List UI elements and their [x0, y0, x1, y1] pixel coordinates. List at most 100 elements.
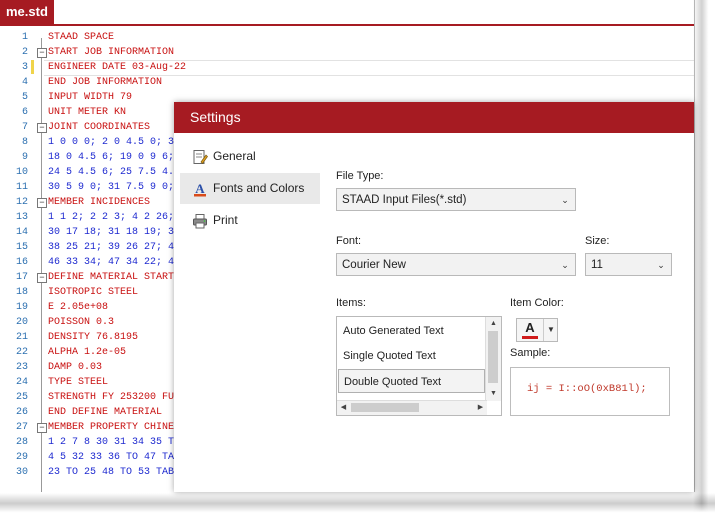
code-token: 30 5 9 0; 31 7.5 9 0; [48, 182, 175, 193]
scroll-left-icon[interactable]: ◀ [337, 401, 350, 414]
code-token: ENGINEER DATE 03-Aug-22 [48, 62, 187, 73]
chevron-down-icon: ⌄ [561, 195, 569, 205]
code-line[interactable]: 4 END JOB INFORMATION [0, 75, 694, 90]
code-text: DEFINE MATERIAL START [48, 270, 174, 285]
line-number: 12 [15, 197, 28, 208]
line-number: 2 [21, 47, 28, 58]
line-number: 18 [15, 287, 28, 298]
code-text: UNIT METER KN [48, 105, 126, 120]
line-number: 25 [15, 392, 28, 403]
code-token: END JOB INFORMATION [48, 77, 163, 88]
file-tab[interactable]: me.std [0, 0, 54, 24]
fold-toggle-icon[interactable]: − [37, 198, 47, 208]
item-color-picker[interactable]: A ▼ [516, 318, 558, 342]
code-text: 30 5 9 0; 31 7.5 9 0; [48, 180, 174, 195]
nav-label-print: Print [213, 213, 238, 227]
fold-toggle-icon[interactable]: − [37, 423, 47, 433]
code-text: END JOB INFORMATION [48, 75, 162, 90]
fold-toggle-icon[interactable]: − [37, 48, 47, 58]
code-token: 23 TO 25 48 TO 53 TAB [48, 467, 175, 478]
line-number: 21 [15, 332, 28, 343]
sample-text: ij = I::oO(0xB81l); [527, 383, 647, 395]
code-text: STAAD SPACE [48, 30, 114, 45]
line-number: 14 [15, 227, 28, 238]
code-token: POISSON [48, 317, 97, 328]
nav-item-print[interactable]: Print [180, 205, 320, 236]
code-text: 1 2 7 8 30 31 34 35 T [48, 435, 174, 450]
file-type-value: STAAD Input Files(*.std) [342, 194, 467, 206]
code-token: END DEFINE MATERIAL [48, 407, 163, 418]
size-label: Size: [585, 235, 610, 247]
code-line[interactable]: 3 ENGINEER DATE 03-Aug-22 [0, 60, 694, 76]
line-number: 9 [21, 152, 28, 163]
fold-toggle-icon[interactable]: − [37, 123, 47, 133]
line-number: 27 [15, 422, 28, 433]
font-color-icon: A [194, 181, 206, 197]
chevron-down-icon: ⌄ [657, 260, 665, 270]
line-number: 11 [15, 182, 28, 193]
code-token: MEMBER INCIDENCES [48, 197, 151, 208]
list-item-selected[interactable]: Double Quoted Text [338, 369, 485, 393]
font-select[interactable]: Courier New ⌄ [336, 253, 576, 276]
code-token: TYPE STEEL [48, 377, 109, 388]
code-text: 4 5 32 33 36 TO 47 TA [48, 450, 174, 465]
scrollbar-thumb[interactable] [351, 403, 419, 412]
nav-item-general[interactable]: General [180, 141, 320, 172]
sample-preview: ij = I::oO(0xB81l); [510, 367, 670, 416]
code-token: ALPHA 1.2e-05 [48, 347, 127, 358]
scroll-up-icon[interactable]: ▲ [487, 317, 500, 330]
list-item[interactable]: Single Quoted Text [338, 344, 485, 368]
code-token: START JOB INFORMATION [48, 47, 175, 58]
font-color-glyph: A [525, 320, 535, 335]
code-text: 18 0 4.5 6; 19 0 9 6; [48, 150, 174, 165]
code-text: DAMP 0.03 [48, 360, 102, 375]
settings-nav: General A Fonts and Colors Print [174, 133, 324, 492]
list-item[interactable]: Auto Generated Text [338, 319, 485, 343]
code-token: ISOTROPIC STEEL [48, 287, 139, 298]
line-number: 17 [15, 272, 28, 283]
size-value: 11 [591, 259, 603, 271]
size-select[interactable]: 11 ⌄ [585, 253, 672, 276]
code-text: 38 25 21; 39 26 27; 4 [48, 240, 174, 255]
item-color-label: Item Color: [510, 297, 564, 309]
change-marker [31, 60, 34, 74]
items-label: Items: [336, 297, 366, 309]
code-token: UNIT METER KN [48, 107, 127, 118]
code-text: START JOB INFORMATION [48, 45, 174, 60]
code-token: DENSITY 76.8195 [48, 332, 139, 343]
code-token: 4 5 32 33 36 TO 47 TA [48, 452, 175, 463]
scroll-down-icon[interactable]: ▼ [487, 387, 500, 400]
nav-item-fonts-and-colors[interactable]: A Fonts and Colors [180, 173, 320, 204]
code-token: 18 0 4.5 6; 19 0 9 6; [48, 152, 175, 163]
code-token: JOINT COORDINATES [48, 122, 151, 133]
page-shadow-bottom [0, 493, 715, 519]
line-number: 8 [21, 137, 28, 148]
code-line[interactable]: 2− START JOB INFORMATION [0, 45, 694, 60]
page-shadow-right [693, 0, 715, 519]
code-token: 1 2 7 8 30 31 34 35 T [48, 437, 175, 448]
chevron-down-icon: ⌄ [561, 260, 569, 270]
items-vertical-scrollbar[interactable]: ▲ ▼ [485, 317, 501, 401]
items-horizontal-scrollbar[interactable]: ◀ ▶ [337, 400, 487, 415]
chevron-down-icon[interactable]: ▼ [543, 319, 558, 341]
line-number: 28 [15, 437, 28, 448]
scrollbar-thumb[interactable] [488, 331, 498, 383]
code-token: 2.05e+08 [60, 302, 109, 313]
line-number: 24 [15, 377, 28, 388]
code-text: E 2.05e+08 [48, 300, 108, 315]
code-text: DENSITY 76.8195 [48, 330, 138, 345]
items-list[interactable]: Auto Generated Text Single Quoted Text D… [336, 316, 502, 416]
code-token: 24 5 4.5 6; 25 7.5 4. [48, 167, 175, 178]
code-token: 38 25 21; 39 26 27; 4 [48, 242, 175, 253]
fold-toggle-icon[interactable]: − [37, 273, 47, 283]
code-line[interactable]: 1 STAAD SPACE [0, 30, 694, 45]
line-number: 23 [15, 362, 28, 373]
code-text: JOINT COORDINATES [48, 120, 150, 135]
line-number: 15 [15, 242, 28, 253]
code-text: MEMBER INCIDENCES [48, 195, 150, 210]
code-token: E [48, 302, 61, 313]
file-type-select[interactable]: STAAD Input Files(*.std) ⌄ [336, 188, 576, 211]
code-token: STRENGTH FY 253200 FU [48, 392, 175, 403]
line-number: 7 [21, 122, 28, 133]
scroll-right-icon[interactable]: ▶ [474, 401, 487, 414]
